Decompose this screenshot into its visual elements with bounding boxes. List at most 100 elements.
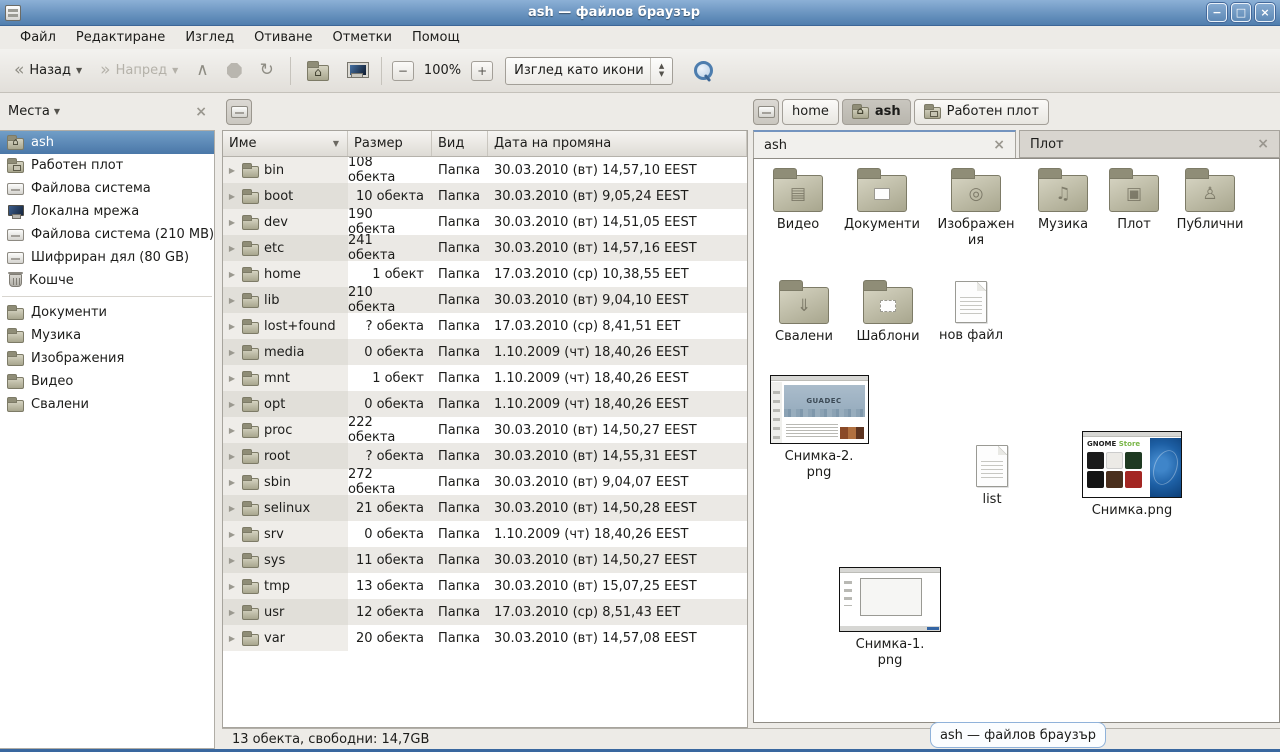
column-header-date[interactable]: Дата на промяна bbox=[488, 131, 747, 156]
file-snimka1[interactable]: Снимка-1.png bbox=[834, 567, 946, 670]
place-item[interactable]: Свалени bbox=[0, 393, 214, 416]
breadcrumb-ash[interactable]: ash bbox=[842, 99, 911, 125]
computer-button[interactable] bbox=[341, 59, 371, 82]
up-button[interactable]: ∧ bbox=[190, 58, 214, 83]
stop-button[interactable] bbox=[221, 59, 248, 82]
folder-video[interactable]: ▤ Видео bbox=[758, 167, 838, 233]
place-item[interactable]: Изображения bbox=[0, 347, 214, 370]
expander-icon[interactable]: ▶ bbox=[227, 400, 237, 409]
menu-item[interactable]: Редактиране bbox=[66, 28, 175, 47]
column-header-name[interactable]: Име ▼ bbox=[223, 131, 348, 156]
expander-icon[interactable]: ▶ bbox=[227, 426, 237, 435]
column-header-type[interactable]: Вид bbox=[432, 131, 488, 156]
tab-ash[interactable]: ash × bbox=[753, 130, 1016, 158]
search-button[interactable] bbox=[687, 56, 719, 86]
file-snimka2[interactable]: GUADEC Снимка-2.png bbox=[768, 375, 870, 482]
tab-plot[interactable]: Плот × bbox=[1019, 130, 1280, 158]
place-item[interactable]: Кошче bbox=[0, 269, 214, 292]
expander-icon[interactable]: ▶ bbox=[227, 192, 237, 201]
table-row[interactable]: ▶ usr 12 обекта Папка 17.03.2010 (ср) 8,… bbox=[223, 599, 747, 625]
expander-icon[interactable]: ▶ bbox=[227, 452, 237, 461]
table-row[interactable]: ▶ proc 222 обекта Папка 30.03.2010 (вт) … bbox=[223, 417, 747, 443]
expander-icon[interactable]: ▶ bbox=[227, 608, 237, 617]
table-row[interactable]: ▶ srv 0 обекта Папка 1.10.2009 (чт) 18,4… bbox=[223, 521, 747, 547]
expander-icon[interactable]: ▶ bbox=[227, 270, 237, 279]
expander-icon[interactable]: ▶ bbox=[227, 348, 237, 357]
table-row[interactable]: ▶ opt 0 обекта Папка 1.10.2009 (чт) 18,4… bbox=[223, 391, 747, 417]
place-item[interactable]: ash bbox=[0, 131, 214, 154]
file-list[interactable]: list bbox=[960, 441, 1024, 508]
titlebar[interactable]: ash — файлов браузър − □ × bbox=[0, 0, 1280, 26]
back-dropdown-icon[interactable]: ▼ bbox=[76, 66, 82, 75]
table-row[interactable]: ▶ home 1 обект Папка 17.03.2010 (ср) 10,… bbox=[223, 261, 747, 287]
table-row[interactable]: ▶ mnt 1 обект Папка 1.10.2009 (чт) 18,40… bbox=[223, 365, 747, 391]
icon-canvas[interactable]: ▤ Видео Документи ◎ Изображения ♫ bbox=[753, 158, 1280, 723]
expander-icon[interactable]: ▶ bbox=[227, 244, 237, 253]
taskbar-window-button[interactable]: ash — файлов браузър bbox=[930, 722, 1106, 748]
breadcrumb-desktop[interactable]: Работен плот bbox=[914, 99, 1049, 125]
menu-item[interactable]: Отметки bbox=[322, 28, 401, 47]
places-selector[interactable]: Места ▼ bbox=[8, 104, 60, 119]
home-button[interactable] bbox=[301, 57, 335, 85]
menu-item[interactable]: Изглед bbox=[175, 28, 244, 47]
table-row[interactable]: ▶ root ? обекта Папка 30.03.2010 (вт) 14… bbox=[223, 443, 747, 469]
place-item[interactable]: Документи bbox=[0, 301, 214, 324]
breadcrumb-root-button[interactable] bbox=[753, 99, 779, 125]
expander-icon[interactable]: ▶ bbox=[227, 166, 237, 175]
table-row[interactable]: ▶ dev 190 обекта Папка 30.03.2010 (вт) 1… bbox=[223, 209, 747, 235]
table-row[interactable]: ▶ boot 10 обекта Папка 30.03.2010 (вт) 9… bbox=[223, 183, 747, 209]
place-item[interactable]: Музика bbox=[0, 324, 214, 347]
place-item[interactable]: Файлова система (210 MB) bbox=[0, 223, 214, 246]
breadcrumb-home[interactable]: home bbox=[782, 99, 839, 125]
expander-icon[interactable]: ▶ bbox=[227, 582, 237, 591]
folder-music[interactable]: ♫ Музика bbox=[1026, 167, 1100, 233]
menu-item[interactable]: Файл bbox=[10, 28, 66, 47]
folder-images[interactable]: ◎ Изображения bbox=[934, 167, 1018, 250]
sidebar-close-icon[interactable]: × bbox=[195, 105, 207, 119]
back-button[interactable]: « Назад ▼ bbox=[8, 58, 88, 83]
expander-icon[interactable]: ▶ bbox=[227, 504, 237, 513]
table-row[interactable]: ▶ sys 11 обекта Папка 30.03.2010 (вт) 14… bbox=[223, 547, 747, 573]
expander-icon[interactable]: ▶ bbox=[227, 478, 237, 487]
table-row[interactable]: ▶ tmp 13 обекта Папка 30.03.2010 (вт) 15… bbox=[223, 573, 747, 599]
expander-icon[interactable]: ▶ bbox=[227, 296, 237, 305]
tab-close-icon[interactable]: × bbox=[993, 138, 1005, 152]
folder-templates[interactable]: Шаблони bbox=[848, 279, 928, 345]
table-row[interactable]: ▶ lib 210 обекта Папка 30.03.2010 (вт) 9… bbox=[223, 287, 747, 313]
place-item[interactable]: Локална мрежа bbox=[0, 200, 214, 223]
zoom-in-button[interactable]: + bbox=[471, 61, 493, 81]
zoom-out-button[interactable]: − bbox=[392, 61, 414, 81]
table-row[interactable]: ▶ lost+found ? обекта Папка 17.03.2010 (… bbox=[223, 313, 747, 339]
file-new[interactable]: нов файл bbox=[930, 277, 1012, 344]
sidebar-splitter[interactable] bbox=[215, 93, 222, 749]
table-row[interactable]: ▶ sbin 272 обекта Папка 30.03.2010 (вт) … bbox=[223, 469, 747, 495]
tab-close-icon[interactable]: × bbox=[1257, 137, 1269, 151]
folder-public[interactable]: ♙ Публични bbox=[1168, 167, 1252, 233]
place-item[interactable]: Шифриран дял (80 GB) bbox=[0, 246, 214, 269]
reload-button[interactable]: ↻ bbox=[254, 58, 280, 83]
folder-documents[interactable]: Документи bbox=[838, 167, 926, 233]
table-row[interactable]: ▶ etc 241 обекта Папка 30.03.2010 (вт) 1… bbox=[223, 235, 747, 261]
expander-icon[interactable]: ▶ bbox=[227, 374, 237, 383]
close-button[interactable]: × bbox=[1255, 3, 1275, 22]
maximize-button[interactable]: □ bbox=[1231, 3, 1251, 22]
table-row[interactable]: ▶ bin 108 обекта Папка 30.03.2010 (вт) 1… bbox=[223, 157, 747, 183]
place-item[interactable]: Работен плот bbox=[0, 154, 214, 177]
expander-icon[interactable]: ▶ bbox=[227, 634, 237, 643]
column-header-size[interactable]: Размер bbox=[348, 131, 432, 156]
file-snimka[interactable]: GNOME Store Снимка.png bbox=[1076, 431, 1188, 519]
minimize-button[interactable]: − bbox=[1207, 3, 1227, 22]
expander-icon[interactable]: ▶ bbox=[227, 322, 237, 331]
table-row[interactable]: ▶ selinux 21 обекта Папка 30.03.2010 (вт… bbox=[223, 495, 747, 521]
folder-desktop[interactable]: ▣ Плот bbox=[1102, 167, 1166, 233]
expander-icon[interactable]: ▶ bbox=[227, 218, 237, 227]
forward-button[interactable]: » Напред ▼ bbox=[94, 58, 184, 83]
view-mode-select[interactable]: Изглед като икони ▲▼ bbox=[505, 57, 673, 85]
place-item[interactable]: Видео bbox=[0, 370, 214, 393]
menu-item[interactable]: Помощ bbox=[402, 28, 470, 47]
table-row[interactable]: ▶ media 0 обекта Папка 1.10.2009 (чт) 18… bbox=[223, 339, 747, 365]
root-location-button[interactable] bbox=[226, 99, 252, 125]
folder-downloads[interactable]: ⇓ Свалени bbox=[764, 279, 844, 345]
table-row[interactable]: ▶ var 20 обекта Папка 30.03.2010 (вт) 14… bbox=[223, 625, 747, 651]
view-mode-spin-icon[interactable]: ▲▼ bbox=[650, 58, 672, 84]
